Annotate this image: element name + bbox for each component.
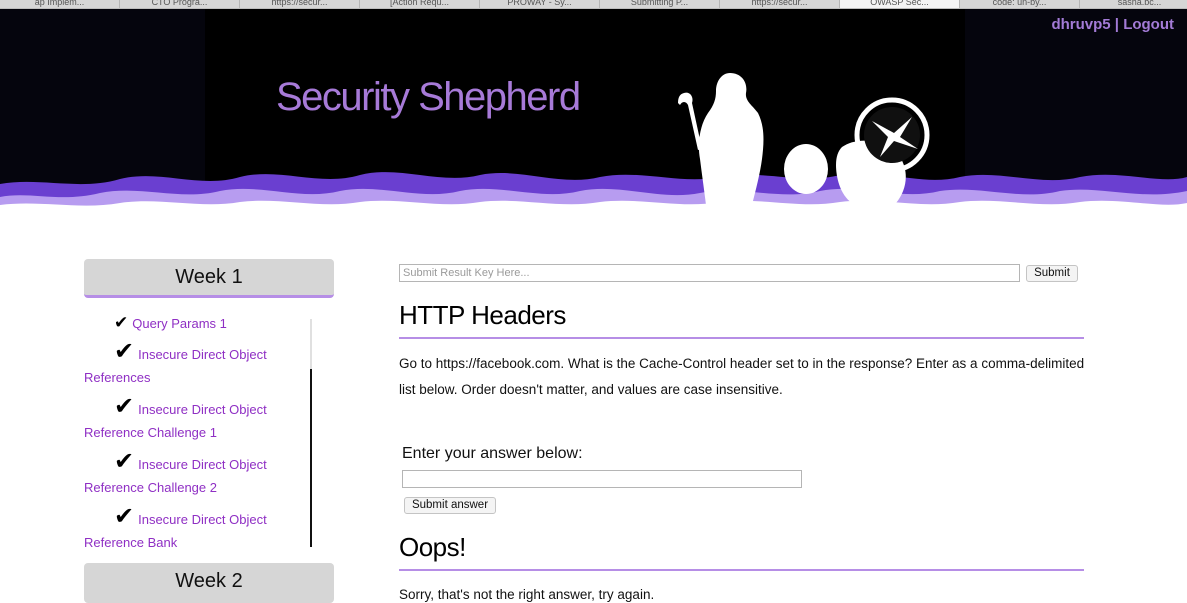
module-label: Insecure Direct Object — [138, 457, 267, 472]
result-key-input[interactable] — [399, 264, 1020, 282]
browser-tab-strip: ap Implem... CTO Progra... https://secur… — [0, 0, 1187, 9]
module-query-params-1[interactable]: ✔ Query Params 1 — [114, 310, 314, 337]
username-link[interactable]: dhruvp5 — [1051, 16, 1110, 33]
submit-answer-button[interactable]: Submit answer — [404, 497, 496, 514]
answer-input[interactable] — [402, 470, 802, 488]
browser-tab[interactable]: PROWAY - Sy... — [480, 0, 600, 8]
feedback-message: Sorry, that's not the right answer, try … — [399, 587, 655, 602]
check-icon: ✔ — [114, 503, 135, 530]
module-label-line2: Reference Bank — [84, 535, 178, 550]
feedback-title: Oops! — [399, 532, 466, 562]
module-list: ✔ Query Params 1 ✔ Insecure Direct Object … — [84, 309, 314, 551]
browser-tab[interactable]: sasha.bc... — [1080, 0, 1187, 8]
check-icon: ✔ — [114, 313, 129, 332]
week-2-header[interactable]: Week 2 — [84, 563, 334, 603]
owasp-logo — [854, 97, 930, 173]
browser-tab-active[interactable]: OWASP Sec... — [840, 0, 960, 8]
feedback-divider — [399, 569, 1084, 571]
user-separator: | — [1110, 16, 1124, 33]
module-idor-bank[interactable]: ✔ Insecure Direct Object Reference Bank — [84, 503, 314, 551]
browser-tab[interactable]: https://secur... — [240, 0, 360, 8]
module-label: Insecure Direct Object — [138, 512, 267, 527]
lesson-title-divider — [399, 337, 1084, 339]
browser-tab[interactable]: Submitting P... — [600, 0, 720, 8]
module-sidebar: Week 1 ✔ Query Params 1 ✔ Insecure Direct … — [84, 259, 334, 603]
lesson-prompt: Go to https://facebook.com. What is the … — [399, 356, 1085, 397]
lesson-title: HTTP Headers — [399, 300, 566, 330]
banner-artwork — [0, 73, 1187, 215]
module-label: Insecure Direct Object — [138, 402, 267, 417]
module-label: Insecure Direct Object — [138, 347, 267, 362]
module-idor-challenge-1[interactable]: ✔ Insecure Direct Object Reference Challe… — [84, 393, 314, 441]
result-key-form: Submit — [398, 264, 1084, 284]
module-label: Query Params 1 — [132, 316, 227, 331]
module-list-scrollbar-thumb[interactable] — [310, 369, 312, 547]
site-title: Security Shepherd — [276, 75, 581, 119]
module-idor-challenge-2[interactable]: ✔ Insecure Direct Object Reference Challe… — [84, 448, 314, 496]
browser-tab[interactable]: code: un-by... — [960, 0, 1080, 8]
browser-tab[interactable]: ap Implem... — [0, 0, 120, 8]
check-icon: ✔ — [114, 338, 135, 365]
result-key-submit-button[interactable]: Submit — [1026, 265, 1078, 282]
check-icon: ✔ — [114, 448, 135, 475]
site-banner: Security Shepherd dhruvp5 | Logout — [0, 9, 1187, 215]
module-label-line2: Reference Challenge 2 — [84, 480, 217, 495]
check-icon: ✔ — [114, 393, 135, 420]
module-idor[interactable]: ✔ Insecure Direct Object References — [84, 338, 314, 386]
browser-tab[interactable]: https://secur... — [720, 0, 840, 8]
logout-link[interactable]: Logout — [1123, 16, 1174, 33]
browser-tab[interactable]: [Action Requ... — [360, 0, 480, 8]
user-area: dhruvp5 | Logout — [1051, 16, 1174, 33]
browser-tab[interactable]: CTO Progra... — [120, 0, 240, 8]
grass-illustration — [0, 172, 1187, 215]
module-label-line2: Reference Challenge 1 — [84, 425, 217, 440]
week-1-header[interactable]: Week 1 — [84, 259, 334, 298]
module-label-line2: References — [84, 370, 151, 385]
answer-label: Enter your answer below: — [402, 445, 583, 462]
